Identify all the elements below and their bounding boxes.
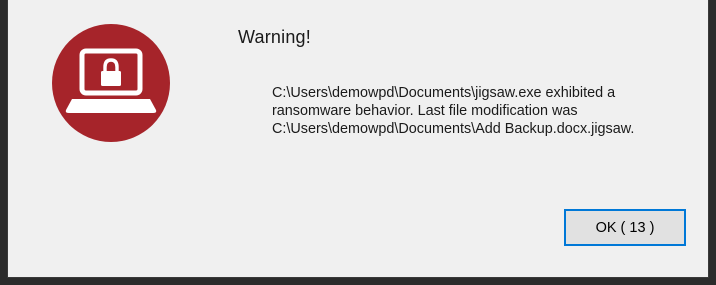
ok-button[interactable]: OK ( 13 ) xyxy=(564,209,686,246)
message-line: C:\Users\demowpd\Documents\Add Backup.do… xyxy=(272,121,635,137)
locked-laptop-icon xyxy=(52,24,170,142)
warning-dialog: Warning! C:\Users\demowpd\Documents\jigs… xyxy=(7,0,709,278)
dialog-message: C:\Users\demowpd\Documents\jigsaw.exe ex… xyxy=(272,84,692,138)
message-line: ransomware behavior. Last file modificat… xyxy=(272,103,578,119)
padlock-body xyxy=(101,71,121,86)
laptop-base xyxy=(65,99,157,113)
dialog-title: Warning! xyxy=(238,27,311,47)
message-line: C:\Users\demowpd\Documents\jigsaw.exe ex… xyxy=(272,85,616,101)
